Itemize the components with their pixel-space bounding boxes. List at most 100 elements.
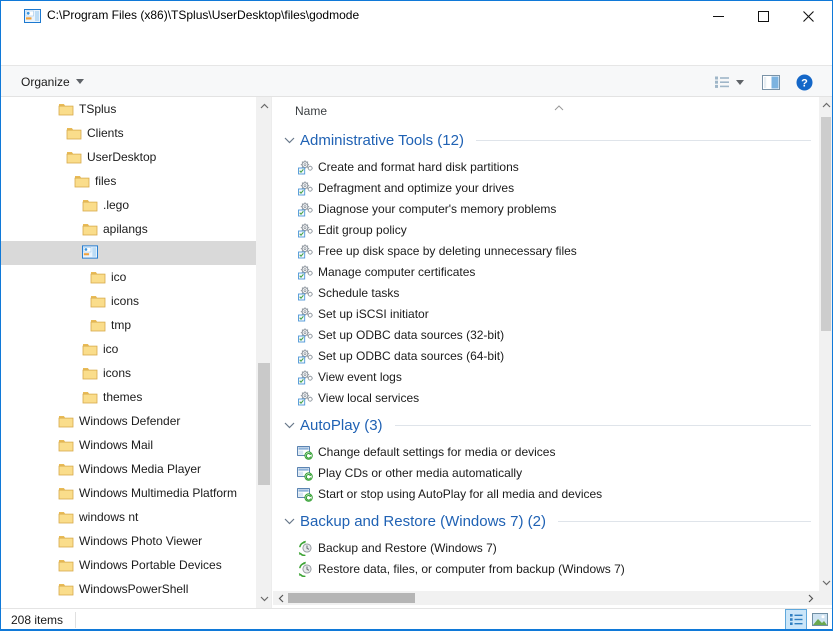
item-label: Restore data, files, or computer from ba…: [318, 562, 625, 576]
group-title[interactable]: Backup and Restore (Windows 7) (2): [300, 513, 546, 530]
list-item[interactable]: Backup and Restore (Windows 7): [273, 537, 819, 558]
folder-icon: [58, 413, 74, 429]
preview-pane-button[interactable]: [759, 72, 783, 92]
tree-row[interactable]: Windows Media Player: [1, 457, 256, 481]
list-item[interactable]: Set up iSCSI initiator: [273, 303, 819, 324]
tree-row[interactable]: .lego: [1, 193, 256, 217]
list-item[interactable]: Edit group policy: [273, 219, 819, 240]
list-item[interactable]: Set up ODBC data sources (32-bit): [273, 324, 819, 345]
item-groups: Administrative Tools (12) Create and form…: [273, 123, 819, 587]
tree-row[interactable]: Windows Photo Viewer: [1, 529, 256, 553]
tree-row[interactable]: Windows Mail: [1, 433, 256, 457]
content-vscrollbar-thumb[interactable]: [821, 117, 831, 331]
tree-row[interactable]: files: [1, 169, 256, 193]
chevron-down-icon[interactable]: [284, 422, 296, 429]
tree-row[interactable]: icons: [1, 289, 256, 313]
tree-row[interactable]: [1, 601, 256, 608]
admin-tool-icon: [297, 348, 313, 364]
list-item[interactable]: Create and format hard disk partitions: [273, 156, 819, 177]
tree-items: TSplus Clients UserDesktop files .legoapilan…: [1, 97, 256, 608]
group-header[interactable]: Backup and Restore (Windows 7) (2): [273, 510, 819, 532]
group-title[interactable]: AutoPlay (3): [300, 417, 383, 434]
tree-item-label: Windows Media Player: [79, 462, 201, 476]
chevron-down-icon[interactable]: [284, 518, 296, 525]
organize-button[interactable]: Organize: [13, 71, 92, 92]
tree-row[interactable]: Windows Defender: [1, 409, 256, 433]
item-label: Manage computer certificates: [318, 265, 475, 279]
list-item[interactable]: Start or stop using AutoPlay for all med…: [273, 483, 819, 504]
tree-item-label: TSplus: [79, 102, 116, 116]
group-header[interactable]: Administrative Tools (12): [273, 129, 819, 151]
list-item[interactable]: Defragment and optimize your drives: [273, 177, 819, 198]
content-pane: Name Administrative Tools (12) Create and…: [273, 97, 833, 608]
item-label: View event logs: [318, 370, 402, 384]
tree-item-label: WindowsPowerShell: [79, 582, 188, 596]
change-view-button[interactable]: [707, 72, 751, 92]
maximize-button[interactable]: [741, 1, 785, 31]
scroll-down-icon[interactable]: [256, 592, 272, 606]
details-view-icon: [789, 613, 803, 626]
tree-row[interactable]: WindowsPowerShell: [1, 577, 256, 601]
item-label: Create and format hard disk partitions: [318, 160, 519, 174]
minimize-button[interactable]: [696, 1, 740, 31]
tree-row[interactable]: apilangs: [1, 217, 256, 241]
details-list-icon: [714, 75, 731, 89]
item-label: Schedule tasks: [318, 286, 399, 300]
tree-scrollbar-thumb[interactable]: [258, 363, 270, 485]
tree-item-label: Clients: [87, 126, 124, 140]
folder-icon: [82, 365, 98, 381]
group-header[interactable]: AutoPlay (3): [273, 414, 819, 436]
tree-row[interactable]: Windows Portable Devices: [1, 553, 256, 577]
tree-row[interactable]: icons: [1, 361, 256, 385]
list-item[interactable]: Restore data, files, or computer from ba…: [273, 558, 819, 579]
list-item[interactable]: View event logs: [273, 366, 819, 387]
group-items: Create and format hard disk partitions De…: [273, 151, 819, 408]
item-label: Play CDs or other media automatically: [318, 466, 522, 480]
list-item[interactable]: Free up disk space by deleting unnecessa…: [273, 240, 819, 261]
tree-row[interactable]: ico: [1, 337, 256, 361]
list-item[interactable]: Set up ODBC data sources (64-bit): [273, 345, 819, 366]
group-title[interactable]: Administrative Tools (12): [300, 132, 464, 149]
tree-scrollbar[interactable]: [256, 97, 272, 608]
thumbnails-view-button[interactable]: [811, 612, 829, 627]
scroll-right-icon[interactable]: [805, 591, 817, 605]
help-button[interactable]: ?: [793, 72, 815, 92]
tree-row[interactable]: Clients: [1, 121, 256, 145]
tree-row[interactable]: Windows Multimedia Platform: [1, 481, 256, 505]
tree-row[interactable]: themes: [1, 385, 256, 409]
svg-text:?: ?: [801, 77, 808, 89]
list-item[interactable]: Schedule tasks: [273, 282, 819, 303]
scroll-up-icon[interactable]: [256, 99, 272, 113]
tree-row[interactable]: tmp: [1, 313, 256, 337]
tree-row[interactable]: windows nt: [1, 505, 256, 529]
list-item[interactable]: Play CDs or other media automatically: [273, 462, 819, 483]
tree-row[interactable]: ico: [1, 265, 256, 289]
list-item[interactable]: Change default settings for media or dev…: [273, 441, 819, 462]
backup-icon: [297, 540, 313, 556]
column-header-name[interactable]: Name: [295, 104, 327, 118]
content-vertical-scrollbar[interactable]: [819, 97, 833, 591]
group-header[interactable]: BitLocker Drive Encryption (1): [273, 585, 819, 587]
content-hscrollbar-thumb[interactable]: [288, 593, 415, 603]
details-view-button[interactable]: [785, 609, 807, 630]
close-button[interactable]: [786, 1, 830, 31]
tree-row[interactable]: UserDesktop: [1, 145, 256, 169]
list-item[interactable]: Diagnose your computer's memory problems: [273, 198, 819, 219]
item-label: Start or stop using AutoPlay for all med…: [318, 487, 602, 501]
folder-icon: [82, 197, 98, 213]
help-icon: ?: [796, 74, 813, 91]
tree-item-label: UserDesktop: [87, 150, 156, 164]
scroll-down-icon[interactable]: [819, 577, 833, 589]
content-horizontal-scrollbar[interactable]: [273, 591, 819, 605]
list-item[interactable]: View local services: [273, 387, 819, 408]
chevron-down-icon[interactable]: [284, 137, 296, 144]
scroll-left-icon[interactable]: [275, 591, 287, 605]
backup-icon: [297, 561, 313, 577]
admin-tool-icon: [297, 285, 313, 301]
list-item[interactable]: Manage computer certificates: [273, 261, 819, 282]
tree-row[interactable]: TSplus: [1, 97, 256, 121]
scroll-up-icon[interactable]: [819, 99, 833, 111]
tree-item-label: files: [95, 174, 116, 188]
tree-row[interactable]: [1, 241, 256, 265]
folder-icon: [90, 317, 106, 333]
